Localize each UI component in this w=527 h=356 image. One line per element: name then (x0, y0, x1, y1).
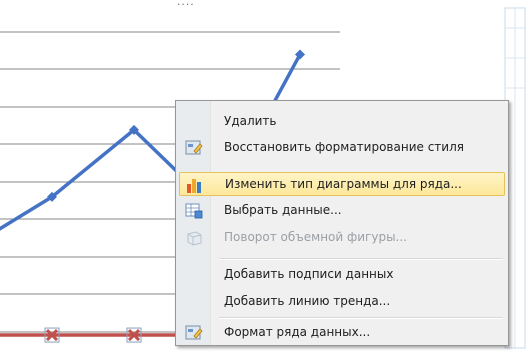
menu-item-3d-rotation: Поворот объемной фигуры... (179, 226, 505, 250)
menu-item-label: Поворот объемной фигуры... (224, 230, 407, 244)
reset-style-icon (184, 138, 204, 158)
context-menu: Удалить Восстановить форматирование стил… (175, 100, 509, 346)
menu-item-label: Изменить тип диаграммы для ряда... (225, 177, 462, 191)
bar-chart-icon (185, 175, 205, 195)
menu-item-label: Удалить (224, 114, 277, 128)
menu-item-reset-style[interactable]: Восстановить форматирование стиля (179, 136, 505, 160)
menu-separator (219, 317, 503, 319)
menu-item-label: Добавить подписи данных (224, 267, 394, 281)
menu-item-label: Добавить линию тренда... (224, 294, 391, 308)
menu-item-add-data-labels[interactable]: Добавить подписи данных (179, 263, 505, 287)
menu-item-change-chart-type[interactable]: Изменить тип диаграммы для ряда... (179, 172, 505, 196)
menu-item-select-data[interactable]: Выбрать данные... (179, 199, 505, 223)
resize-handle-dots[interactable]: .... (176, 0, 196, 8)
menu-item-label: Выбрать данные... (224, 203, 342, 217)
menu-item-label: Восстановить форматирование стиля (224, 140, 464, 154)
select-data-icon (184, 201, 204, 221)
rotation-3d-icon (184, 228, 204, 248)
menu-item-label: Формат ряда данных... (224, 325, 371, 339)
menu-item-add-trendline[interactable]: Добавить линию тренда... (179, 290, 505, 314)
menu-item-delete[interactable]: Удалить (179, 110, 505, 134)
menu-separator (219, 258, 503, 260)
format-series-icon (184, 323, 204, 343)
menu-item-format-series[interactable]: Формат ряда данных... (179, 321, 505, 345)
